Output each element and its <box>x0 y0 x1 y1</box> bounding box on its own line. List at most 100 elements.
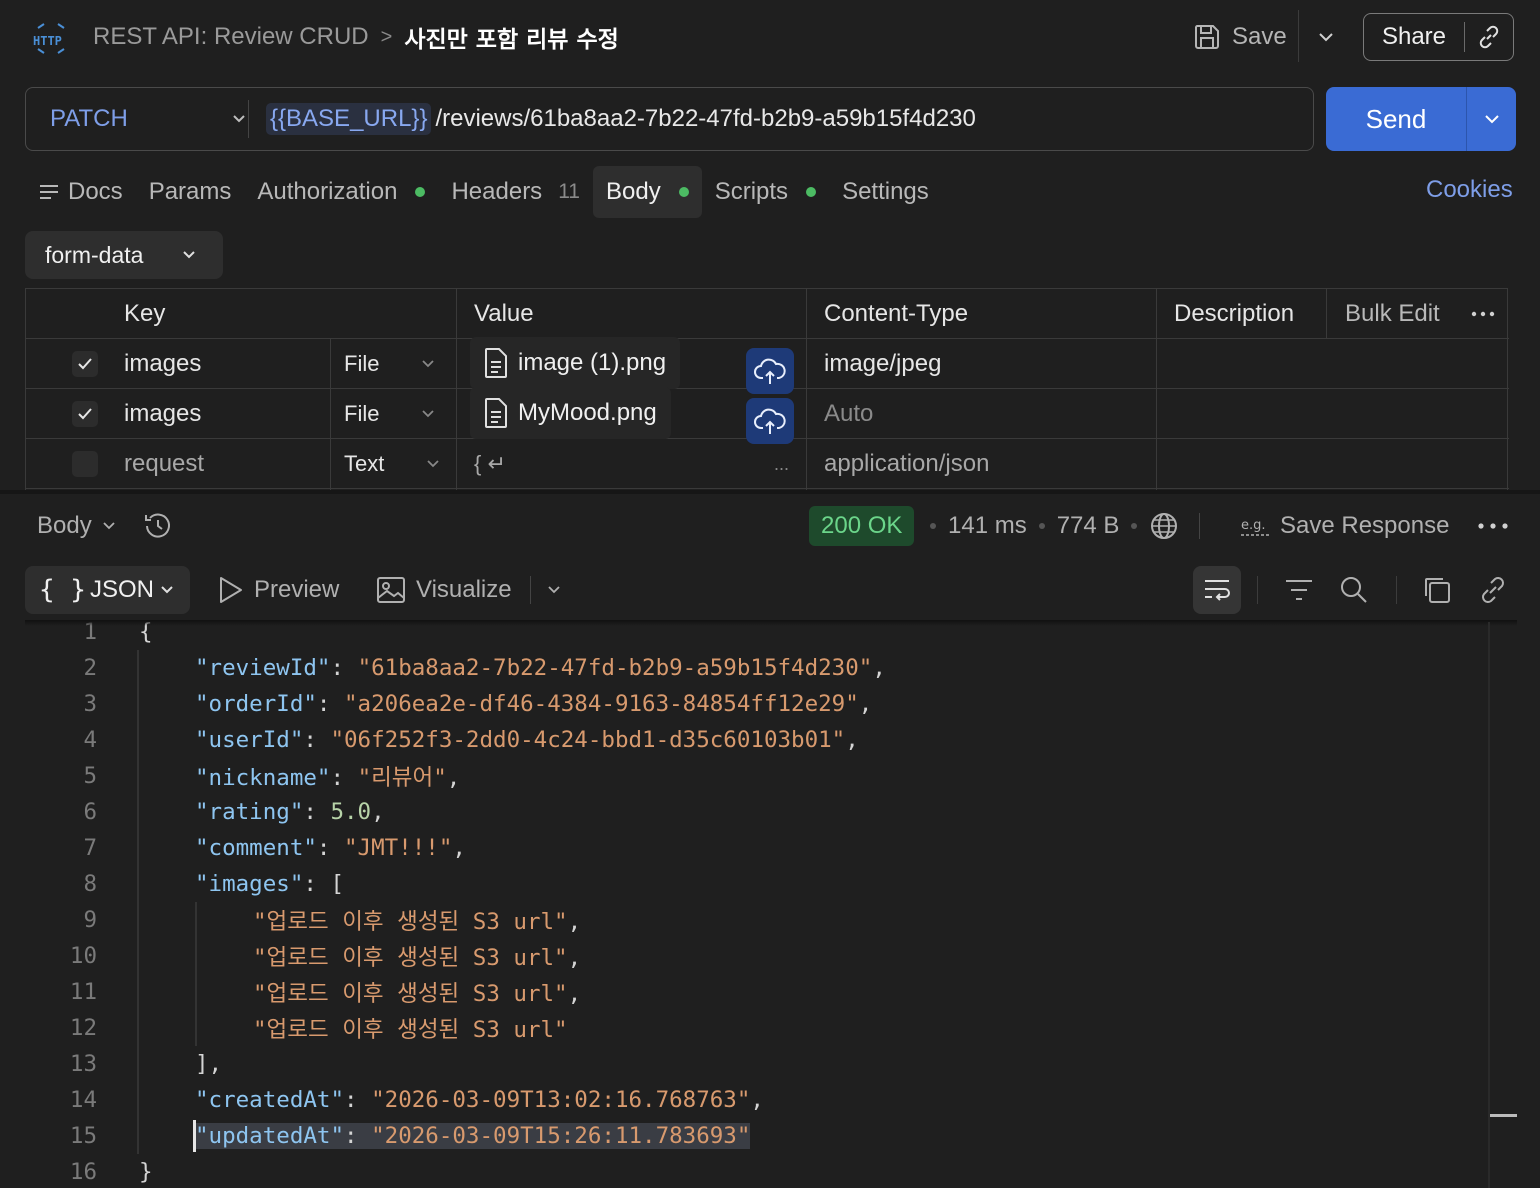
code-line: 8 "images": [ <box>25 866 1517 902</box>
copy-button[interactable] <box>1419 572 1455 608</box>
editor-scrollbar[interactable] <box>1488 622 1490 1188</box>
file-chip[interactable]: image (1).png <box>470 337 681 389</box>
code-token: "업로드 이후 생성된 S3 url" <box>253 945 568 971</box>
code-token: "userId" <box>195 727 304 753</box>
line-number: 7 <box>83 835 97 861</box>
code-text: "업로드 이후 생성된 S3 url", <box>253 976 581 1008</box>
param-key[interactable]: images <box>124 339 201 389</box>
copy-link-button[interactable] <box>1465 24 1513 50</box>
history-icon[interactable] <box>142 510 174 542</box>
url-input[interactable]: {{BASE_URL}} /reviews/61ba8aa2-7b22-47fd… <box>266 88 976 150</box>
globe-icon[interactable] <box>1149 511 1179 541</box>
tab-label: Params <box>148 178 232 205</box>
response-size[interactable]: 774 B <box>1057 512 1120 540</box>
breadcrumb-separator: > <box>380 25 393 48</box>
form-data-table: Key Value Content-Type Description Bulk … <box>25 288 1509 491</box>
column-header-key: Key <box>124 300 166 327</box>
tab-authorization[interactable]: Authorization <box>244 166 438 218</box>
more-horizontal-icon[interactable] <box>1476 510 1510 542</box>
visualize-tab[interactable]: Visualize <box>376 566 512 614</box>
tab-params[interactable]: Params <box>136 166 245 218</box>
copy-icon <box>1425 578 1450 603</box>
check-icon <box>78 408 92 420</box>
param-type-select[interactable]: Text <box>344 439 454 489</box>
url-variable[interactable]: {{BASE_URL}} <box>266 103 432 135</box>
save-icon <box>1194 25 1219 49</box>
cookies-link[interactable]: Cookies <box>1426 176 1513 204</box>
wrap-lines-button[interactable] <box>1193 566 1241 614</box>
status-dot <box>415 187 426 197</box>
request-title[interactable]: 사진만 포함 리뷰 수정 <box>404 20 618 54</box>
row-checkbox[interactable] <box>72 389 98 439</box>
code-token: 5.0 <box>330 799 372 825</box>
response-section-select[interactable]: Body <box>37 506 118 546</box>
tab-body[interactable]: Body <box>593 166 702 218</box>
copy-link-button[interactable] <box>1475 572 1511 608</box>
param-content-type[interactable]: application/json <box>824 439 989 489</box>
body-type-select[interactable]: form-data <box>25 231 223 279</box>
tab-docs[interactable]: Docs <box>25 166 136 218</box>
chevron-down-icon[interactable] <box>1313 24 1339 50</box>
param-key[interactable]: images <box>124 389 201 439</box>
save-label: Save <box>1232 23 1287 50</box>
line-number: 16 <box>69 1159 97 1185</box>
response-section-label: Body <box>37 512 92 539</box>
tab-headers[interactable]: Headers 11 <box>438 166 593 218</box>
upload-file-button[interactable] <box>746 398 794 444</box>
save-response-button[interactable]: e.g. Save Response <box>1240 506 1449 546</box>
response-time[interactable]: 141 ms <box>948 512 1027 540</box>
line-number: 11 <box>69 979 97 1005</box>
divider <box>1199 513 1201 539</box>
bulk-edit-button[interactable]: Bulk Edit <box>1345 289 1440 339</box>
param-type-select[interactable]: File <box>344 339 454 389</box>
line-number: 15 <box>69 1123 97 1149</box>
share-button[interactable]: Share <box>1363 13 1514 61</box>
filter-button[interactable] <box>1281 572 1317 608</box>
chevron-down-icon <box>103 522 115 530</box>
method-select[interactable]: PATCH <box>50 88 250 150</box>
param-content-type[interactable]: Auto <box>824 389 873 439</box>
divider <box>530 576 531 604</box>
code-text: "업로드 이후 생성된 S3 url", <box>253 940 581 972</box>
upload-file-button[interactable] <box>746 348 794 394</box>
response-code-editor[interactable]: 1{2 "reviewId": "61ba8aa2-7b22-47fd-b2b9-… <box>25 622 1517 1188</box>
code-token: "rating" <box>195 799 304 825</box>
param-type-select[interactable]: File <box>344 389 454 439</box>
send-options-button[interactable] <box>1467 108 1516 130</box>
search-button[interactable] <box>1336 572 1372 608</box>
preview-tab[interactable]: Preview <box>216 566 339 614</box>
save-button[interactable]: Save <box>1192 18 1287 56</box>
code-text: "업로드 이후 생성된 S3 url" <box>253 1012 568 1044</box>
code-line: 5 "nickname": "리뷰어", <box>25 758 1517 794</box>
status-badge[interactable]: 200 OK <box>809 506 915 546</box>
row-checkbox[interactable] <box>72 339 98 389</box>
expand-value-button[interactable]: ... <box>774 439 789 489</box>
table-more-button[interactable] <box>1470 289 1496 339</box>
tab-label: Authorization <box>257 178 398 205</box>
response-format-select[interactable]: { } JSON <box>25 566 190 614</box>
param-content-type[interactable]: image/jpeg <box>824 339 941 389</box>
code-token: , <box>567 945 582 971</box>
line-number: 6 <box>83 799 97 825</box>
tab-scripts[interactable]: Scripts <box>702 166 829 218</box>
send-button[interactable]: Send <box>1326 104 1466 135</box>
divider <box>1257 576 1258 604</box>
chevron-down-icon <box>422 410 435 418</box>
code-text: "images": [ <box>195 871 344 897</box>
pane-divider[interactable] <box>0 490 1540 494</box>
visualize-options-button[interactable] <box>530 566 563 614</box>
code-token: "61ba8aa2-7b22-47fd-b2b9-a59b15f4d230" <box>357 655 873 681</box>
param-value[interactable]: { ↵ <box>474 439 506 489</box>
code-token: , <box>452 835 466 861</box>
tab-settings[interactable]: Settings <box>829 166 942 218</box>
request-tabs: Docs Params Authorization Headers 11 Bod… <box>25 166 942 218</box>
file-chip[interactable]: MyMood.png <box>470 387 671 439</box>
breadcrumb-collection[interactable]: REST API: Review CRUD <box>93 23 369 51</box>
code-line: 15 "updatedAt": "2026-03-09T15:26:11.7836… <box>25 1118 1517 1154</box>
code-token: "nickname" <box>195 765 331 791</box>
code-line: 13], <box>25 1046 1517 1082</box>
param-key[interactable]: request <box>124 439 204 489</box>
table-row: images File image (1).png image/jpeg <box>26 337 1509 394</box>
code-token: "리뷰어" <box>357 765 447 791</box>
row-checkbox[interactable] <box>72 439 98 489</box>
